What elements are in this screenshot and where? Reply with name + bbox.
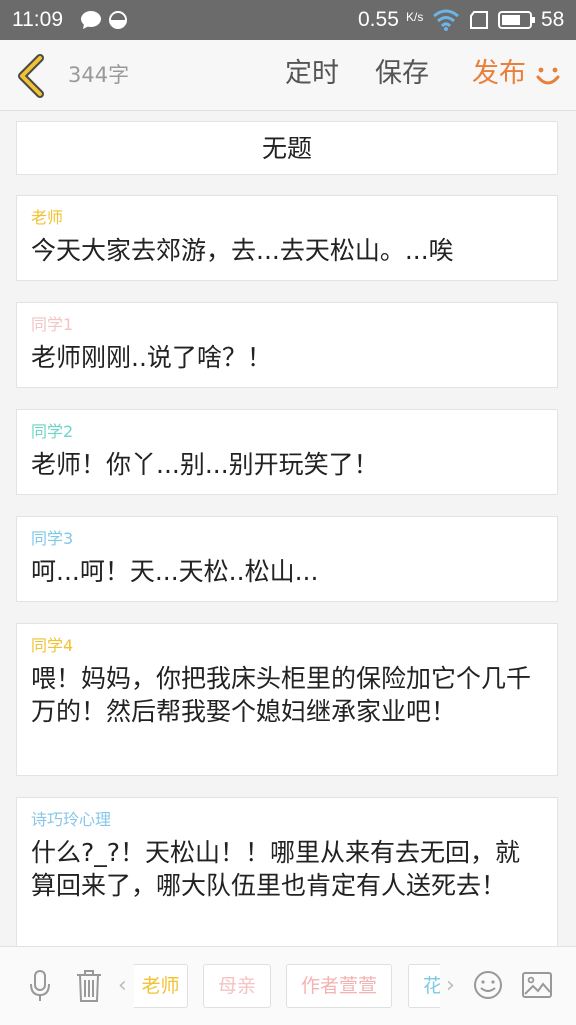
smile-icon[interactable] <box>534 62 562 90</box>
document-title: 无题 <box>261 134 312 163</box>
sync-icon <box>109 11 127 29</box>
document-editor[interactable]: 无题 老师 今天大家去郊游，去...去天松山。...唉 同学1 老师刚刚..说了… <box>0 111 576 946</box>
role-chip-flower[interactable]: 花 <box>408 964 440 1008</box>
speaker-label: 诗巧玲心理 <box>31 810 112 829</box>
battery-icon <box>498 11 535 29</box>
speaker-label: 同学4 <box>31 636 74 655</box>
speaker-label: 同学2 <box>31 422 74 441</box>
editor-toolbar: 344字 定时 保存 发布 <box>0 40 576 111</box>
bottom-toolbar: ‹ 老师 母亲 作者萱萱 花 › <box>0 946 576 1025</box>
microphone-icon[interactable] <box>28 970 52 1002</box>
role-chip-mother[interactable]: 母亲 <box>203 964 271 1008</box>
dialogue-text: 今天大家去郊游，去...去天松山。...唉 <box>31 236 454 265</box>
word-count: 344字 <box>68 63 130 87</box>
chevron-right-icon[interactable]: › <box>446 975 455 997</box>
schedule-button[interactable]: 定时 <box>285 56 339 92</box>
message-icon <box>81 11 101 29</box>
save-button[interactable]: 保存 <box>375 56 429 92</box>
sim-icon <box>470 11 488 29</box>
dialogue-text: 老师！你丫...别...别开玩笑了！ <box>31 450 379 479</box>
wifi-icon <box>433 9 459 31</box>
network-speed-unit: K/s <box>406 10 424 24</box>
status-bar: 11:09 0.55 K/s 58 <box>0 0 576 40</box>
dialogue-text: 呵...呵！天...天松..松山... <box>31 557 319 586</box>
emoji-icon[interactable] <box>473 970 503 1000</box>
role-chip-author[interactable]: 作者萱萱 <box>286 964 392 1008</box>
chevron-left-icon[interactable]: ‹ <box>118 975 127 997</box>
speaker-label: 同学3 <box>31 529 74 548</box>
trash-icon[interactable] <box>76 970 102 1002</box>
back-arrow-icon[interactable] <box>14 54 46 98</box>
status-time: 11:09 <box>12 8 63 31</box>
dialogue-entry[interactable]: 老师 今天大家去郊游，去...去天松山。...唉 <box>16 195 558 281</box>
dialogue-entry[interactable]: 诗巧玲心理 什么?_?！天松山！！哪里从来有去无回，就算回来了，哪大队伍里也肯定… <box>16 797 558 946</box>
dialogue-entry[interactable]: 同学1 老师刚刚..说了啥？！ <box>16 302 558 388</box>
dialogue-entry[interactable]: 同学2 老师！你丫...别...别开玩笑了！ <box>16 409 558 495</box>
speaker-label: 老师 <box>31 208 64 227</box>
network-speed: 0.55 <box>358 8 399 31</box>
title-field[interactable]: 无题 <box>16 121 558 175</box>
speaker-label: 同学1 <box>31 315 74 334</box>
dialogue-text: 喂！妈妈，你把我床头柜里的保险加它个几千万的！然后帮我娶个媳妇继承家业吧！ <box>31 664 532 726</box>
dialogue-text: 什么?_?！天松山！！哪里从来有去无回，就算回来了，哪大队伍里也肯定有人送死去！ <box>31 838 521 900</box>
publish-button[interactable]: 发布 <box>472 56 526 92</box>
dialogue-entry[interactable]: 同学4 喂！妈妈，你把我床头柜里的保险加它个几千万的！然后帮我娶个媳妇继承家业吧… <box>16 623 558 776</box>
dialogue-text: 老师刚刚..说了啥？！ <box>31 343 272 372</box>
image-icon[interactable] <box>522 972 552 998</box>
role-chip-teacher[interactable]: 老师 <box>134 964 188 1008</box>
battery-level: 58 <box>541 8 565 31</box>
dialogue-entry[interactable]: 同学3 呵...呵！天...天松..松山... <box>16 516 558 602</box>
